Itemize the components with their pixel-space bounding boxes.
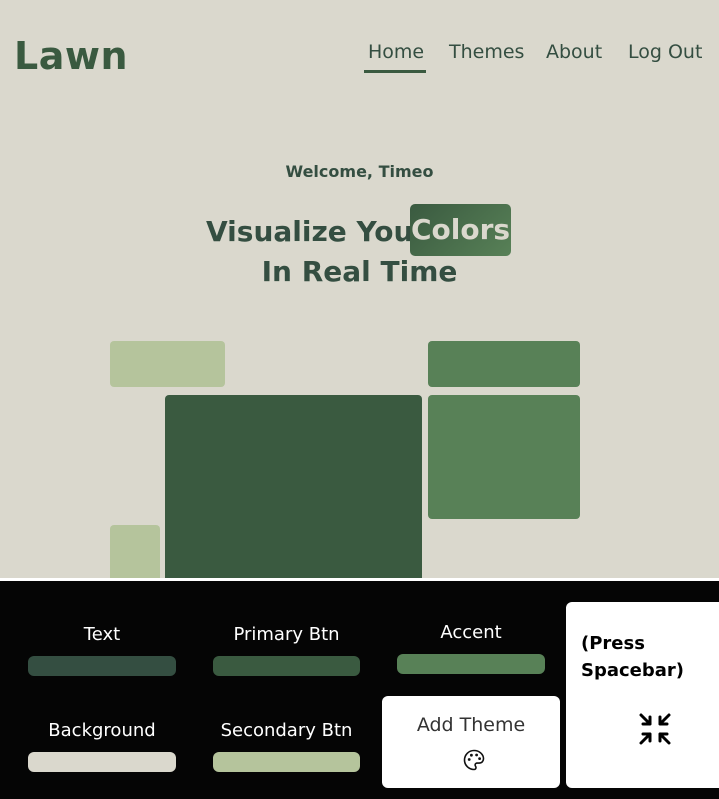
swatch-label-background: Background [48,720,156,741]
add-theme-button[interactable]: Add Theme [382,696,560,788]
welcome-message: Welcome, Timeo [285,162,434,181]
preview-block-accent [428,341,580,387]
nav-themes[interactable]: Themes [449,41,524,63]
headline-line2: In Real Time [261,255,458,288]
add-theme-label: Add Theme [416,714,526,736]
swatch-secondary-btn[interactable] [213,752,360,772]
swatch-primary-btn[interactable] [213,656,360,676]
swatch-text[interactable] [28,656,176,676]
preview-block-secondary [110,341,225,387]
swatch-label-primary: Primary Btn [233,624,340,645]
spacebar-toggle-card[interactable]: (Press Spacebar) [566,602,719,788]
main-nav: Home Themes About Log Out [0,41,719,73]
swatch-accent[interactable] [397,654,545,674]
swatch-label-text: Text [83,624,121,645]
nav-logout[interactable]: Log Out [628,41,702,63]
nav-active-indicator [364,70,426,73]
swatch-label-accent: Accent [440,622,502,643]
nav-home[interactable]: Home [368,41,424,63]
swatch-label-secondary: Secondary Btn [220,720,353,741]
headline-line1: Visualize Your [206,215,428,248]
swatch-background[interactable] [28,752,176,772]
headline-highlight: Colors [410,204,511,256]
preview-block-accent-large [428,395,580,519]
preview-block-primary [165,395,422,585]
shrink-arrows-icon[interactable] [638,712,672,746]
spacebar-hint: (Press Spacebar) [581,633,685,681]
palette-icon [463,749,485,771]
preview-block-secondary-small [110,525,160,585]
nav-about[interactable]: About [546,41,602,63]
